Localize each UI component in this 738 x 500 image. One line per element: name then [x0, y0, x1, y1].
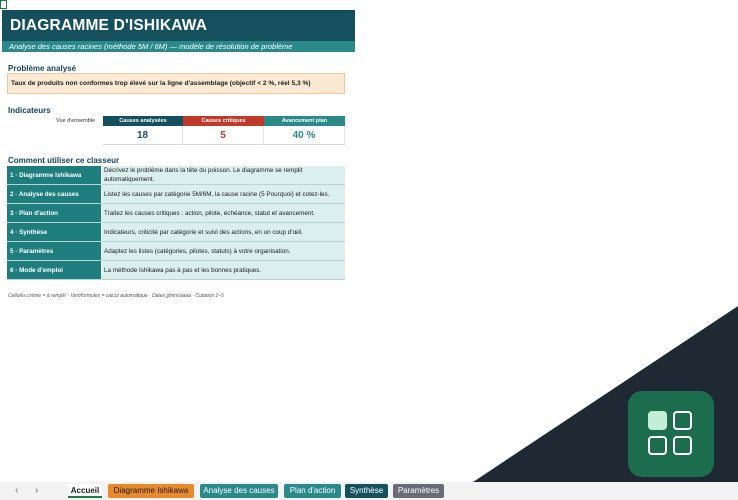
tab-parametres[interactable]: Paramètres: [393, 484, 444, 498]
grid-square-filled: [648, 411, 667, 430]
tab-accueil[interactable]: Accueil: [68, 484, 102, 498]
grid-square: [673, 411, 692, 430]
app-grid-icon[interactable]: [628, 391, 714, 477]
next-sheet-arrow-icon[interactable]: ›: [35, 485, 38, 496]
tab-diagramme-ishikawa[interactable]: Diagramme Ishikawa: [108, 484, 194, 498]
grid-square: [673, 436, 692, 455]
tab-analyse-des-causes[interactable]: Analyse des causes: [200, 484, 278, 498]
grid-square: [648, 436, 667, 455]
prev-sheet-arrow-icon[interactable]: ‹: [15, 485, 18, 496]
tab-plan-d-action[interactable]: Plan d'action: [284, 484, 341, 498]
tab-synthese[interactable]: Synthèse: [345, 484, 388, 498]
